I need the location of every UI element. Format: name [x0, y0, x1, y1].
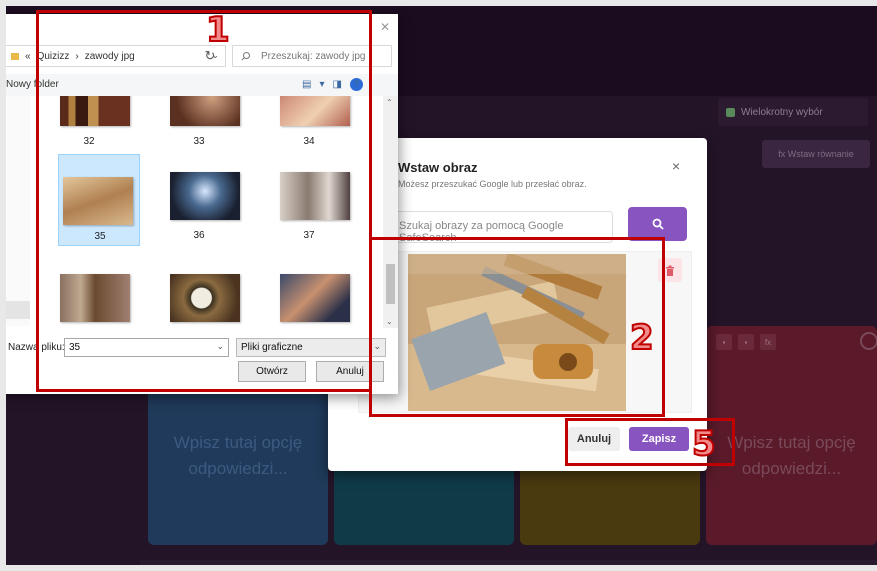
file-item-selected[interactable]: 35 — [58, 154, 140, 246]
insert-equation-button[interactable]: fx Wstaw równanie — [762, 140, 870, 168]
cancel-button[interactable]: Anuluj — [316, 361, 384, 382]
navigation-pane[interactable] — [0, 96, 30, 326]
folder-icon — [11, 52, 19, 60]
dialog-title: Wstaw obraz — [398, 160, 478, 175]
chevron-up-icon[interactable]: ⌃ — [386, 98, 393, 107]
audio-icon[interactable]: ▪ — [738, 334, 754, 350]
trash-icon — [666, 265, 674, 276]
preview-pane-icon[interactable]: ◨ — [332, 79, 341, 90]
image-search-input[interactable]: Szukaj obrazy za pomocą Google SafeSearc… — [368, 211, 613, 244]
answer-option-4[interactable]: Wpisz tutaj opcję odpowiedzi... — [706, 326, 877, 545]
file-thumbnail — [280, 274, 350, 322]
folder-search-input[interactable]: Przeszukaj: zawody jpg — [232, 45, 392, 67]
file-thumbnail — [60, 274, 130, 322]
filetype-select[interactable]: Pliki graficzne ⌄ — [236, 338, 386, 357]
file-item[interactable]: 36 — [158, 154, 240, 246]
file-open-dialog: ✕ « Quizizz › zawody jpg ⌄ ↻ Przeszukaj:… — [0, 14, 398, 394]
image-icon[interactable]: ▪ — [716, 334, 732, 350]
file-item[interactable]: 34 — [268, 96, 350, 152]
multiple-choice-icon — [726, 107, 735, 117]
file-grid: 32 33 34 35 36 37 38 39 — [44, 96, 380, 328]
address-bar[interactable]: « Quizizz › zawody jpg ⌄ — [0, 45, 226, 67]
filename-value: 35 — [69, 342, 81, 353]
file-name: 35 — [94, 231, 106, 242]
save-button[interactable]: Zapisz — [629, 427, 689, 451]
breadcrumb-separator: › — [75, 50, 79, 62]
search-button[interactable] — [628, 207, 687, 241]
file-item[interactable]: 40 — [268, 256, 350, 328]
bottom-toolbar — [140, 560, 877, 571]
breadcrumb-back-icon: « — [25, 50, 31, 62]
refresh-icon: ↻ — [204, 48, 216, 63]
view-options-icon[interactable]: ▤ — [302, 79, 311, 90]
question-type-dropdown[interactable]: Wielokrotny wybór — [718, 98, 868, 126]
filename-input[interactable]: 35 ⌄ — [64, 338, 229, 357]
chevron-down-icon[interactable]: ⌄ — [386, 317, 393, 326]
filetype-value: Pliki graficzne — [241, 342, 303, 353]
file-name: 36 — [193, 230, 205, 241]
file-item[interactable]: 39 — [158, 256, 240, 328]
file-name: 37 — [303, 230, 315, 241]
close-icon[interactable]: × — [672, 158, 680, 174]
uploaded-image-preview — [408, 254, 626, 411]
file-name: 33 — [193, 136, 205, 147]
dialog-toolbar: Nowy folder ▤ ▾ ◨ ? — [0, 74, 398, 96]
file-item[interactable]: 32 — [48, 96, 130, 152]
filename-label: Nazwa pliku: — [8, 342, 65, 353]
chevron-down-icon[interactable]: ▾ — [319, 79, 324, 90]
file-name: 34 — [303, 136, 315, 147]
file-thumbnail — [170, 172, 240, 220]
new-folder-button[interactable]: Nowy folder — [6, 79, 59, 90]
breadcrumb-root[interactable]: Quizizz — [37, 51, 70, 62]
search-icon — [652, 218, 664, 230]
refresh-button[interactable]: ↻ — [198, 45, 222, 67]
correct-answer-toggle[interactable] — [860, 332, 877, 350]
file-thumbnail — [170, 274, 240, 322]
search-icon — [241, 52, 250, 61]
file-item[interactable]: 37 — [268, 154, 350, 246]
chevron-down-icon[interactable]: ⌄ — [373, 341, 381, 352]
file-item[interactable]: 38 — [48, 256, 130, 328]
open-button[interactable]: Otwórz — [238, 361, 306, 382]
dialog-subtitle: Możesz przeszukać Google lub przesłać ob… — [398, 179, 587, 189]
breadcrumb-folder[interactable]: zawody jpg — [85, 51, 135, 62]
cancel-button[interactable]: Anuluj — [568, 427, 620, 451]
scroll-thumb[interactable] — [386, 264, 395, 304]
delete-image-button[interactable] — [658, 258, 682, 282]
vertical-scrollbar[interactable]: ⌃ ⌄ — [383, 96, 398, 328]
formula-icon[interactable]: fx — [760, 334, 776, 350]
help-icon[interactable]: ? — [349, 78, 363, 91]
file-thumbnail — [280, 172, 350, 220]
file-thumbnail — [280, 96, 350, 126]
search-placeholder: Przeszukaj: zawody jpg — [261, 50, 366, 62]
file-thumbnail — [170, 96, 240, 126]
answer-option-1[interactable]: Wpisz tutaj opcję odpowiedzi... — [148, 390, 328, 545]
file-thumbnail — [60, 96, 130, 126]
file-name: 32 — [83, 136, 95, 147]
answer-toolbar: ▪ ▪ fx — [716, 334, 776, 350]
close-icon[interactable]: ✕ — [380, 20, 390, 34]
nav-selected-item[interactable] — [0, 301, 30, 319]
file-thumbnail — [63, 177, 133, 225]
question-type-label: Wielokrotny wybór — [741, 106, 823, 118]
chevron-down-icon[interactable]: ⌄ — [216, 341, 224, 352]
file-item[interactable]: 33 — [158, 96, 240, 152]
